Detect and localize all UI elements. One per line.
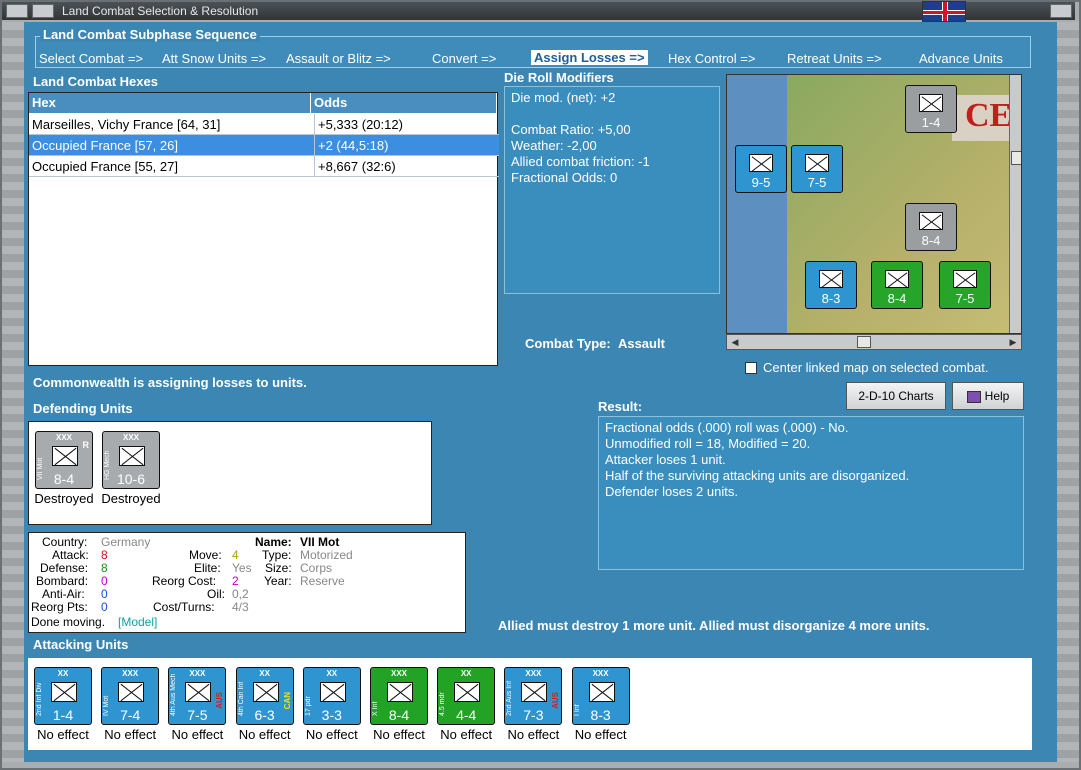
status-message: Commonwealth is assigning losses to unit… — [33, 375, 307, 390]
system-menu-button[interactable] — [6, 4, 28, 18]
attacking-unit[interactable]: XX 4th Can Inf CAN 6-3 — [235, 667, 294, 725]
map-horizontal-scrollbar[interactable]: ◀ ▶ — [726, 334, 1022, 350]
attacking-unit[interactable]: XXX IV Mot 7-4 — [101, 667, 160, 725]
map-counter[interactable]: 8-4 — [871, 261, 923, 309]
attacking-unit[interactable]: XX 17 pdr 3-3 — [302, 667, 361, 725]
scroll-thumb[interactable] — [857, 336, 871, 348]
unit-status: Destroyed — [34, 491, 94, 506]
unit-status: No effect — [507, 727, 560, 742]
combat-type: Combat Type: Assault — [525, 336, 665, 351]
unit-status: No effect — [305, 727, 358, 742]
attacking-unit[interactable]: XXX 4th Aus Mech AUS 7-5 — [168, 667, 227, 725]
table-row[interactable]: Marseilles, Vichy France [64, 31] +5,333 … — [29, 114, 499, 135]
defending-unit[interactable]: XXX HG Mech 10-6 — [102, 431, 160, 489]
attacking-unit[interactable]: XXX 2nd Aus Inf AUS 7-3 — [504, 667, 563, 725]
unit-status: No effect — [574, 727, 627, 742]
result-title: Result: — [598, 399, 643, 414]
scroll-right-icon[interactable]: ▶ — [1006, 336, 1020, 348]
unit-status: No effect — [373, 727, 425, 742]
uk-flag-icon — [922, 1, 966, 22]
linked-map[interactable]: CE 9-5 7-5 1-4 8-3 8-4 7-5 8-4 — [726, 74, 1022, 334]
map-counter[interactable]: 7-5 — [791, 145, 843, 193]
unit-info-panel: Country: Germany Attack: 8 Defense: 8 Bomba… — [28, 532, 466, 633]
attacking-unit[interactable]: XX 2nd Inf Div 1-4 — [34, 667, 92, 725]
minimize-button[interactable] — [32, 4, 54, 18]
attacking-unit[interactable]: XXX X Inf 8-4 — [370, 667, 428, 725]
charts-button[interactable]: 2-D-10 Charts — [846, 382, 946, 410]
title-bar: Land Combat Selection & Resolution — [2, 2, 1075, 20]
col-odds[interactable]: Odds — [311, 93, 497, 113]
seq-convert[interactable]: Convert => — [432, 51, 496, 66]
window-title: Land Combat Selection & Resolution — [62, 4, 259, 18]
unit-status: Destroyed — [101, 491, 161, 506]
seq-hex-control[interactable]: Hex Control => — [668, 51, 755, 66]
hexes-title: Land Combat Hexes — [33, 74, 158, 89]
map-counter[interactable]: 8-3 — [805, 261, 857, 309]
close-button[interactable] — [1050, 4, 1072, 18]
attacking-unit[interactable]: XX 4.5 mdr 4-4 — [437, 667, 496, 725]
die-title: Die Roll Modifiers — [504, 70, 614, 85]
unit-status: No effect — [37, 727, 89, 742]
defending-unit[interactable]: XXX VII Mot R 8-4 — [35, 431, 93, 489]
unit-status: No effect — [171, 727, 224, 742]
result-panel: Fractional odds (.000) roll was (.000) -… — [598, 416, 1024, 570]
attacking-title: Attacking Units — [33, 637, 129, 652]
must-message: Allied must destroy 1 more unit. Allied … — [498, 618, 930, 633]
table-row-selected[interactable]: Occupied France [57, 26] +2 (44,5:18) — [29, 135, 499, 156]
seq-select-combat[interactable]: Select Combat => — [39, 51, 143, 66]
unit-status: No effect — [104, 727, 157, 742]
center-map-checkbox[interactable] — [745, 362, 757, 374]
defending-title: Defending Units — [33, 401, 133, 416]
seq-att-snow[interactable]: Att Snow Units => — [162, 51, 266, 66]
table-row[interactable]: Occupied France [55, 27] +8,667 (32:6) — [29, 156, 499, 177]
map-counter[interactable]: 7-5 — [939, 261, 991, 309]
right-border — [1057, 22, 1079, 762]
hexes-table[interactable]: Hex Odds Marseilles, Vichy France [64, 3… — [28, 92, 499, 366]
attacking-unit[interactable]: XXX I Inf 8-3 — [571, 667, 630, 725]
map-counter[interactable]: 1-4 — [905, 85, 957, 133]
sequence-title: Land Combat Subphase Sequence — [40, 27, 260, 42]
col-hex[interactable]: Hex — [29, 93, 311, 113]
help-button[interactable]: Help — [952, 382, 1024, 410]
left-border — [2, 22, 24, 762]
unit-status: No effect — [440, 727, 493, 742]
map-vertical-scrollbar[interactable] — [1009, 75, 1021, 333]
defending-panel: XXX VII Mot R 8-4 Destroyed XXX HG Mech … — [28, 421, 432, 525]
seq-retreat-units[interactable]: Retreat Units => — [787, 51, 882, 66]
seq-assign-losses[interactable]: Assign Losses => — [531, 50, 648, 65]
seq-advance-units[interactable]: Advance Units — [919, 51, 1003, 66]
map-counter[interactable]: 8-4 — [905, 203, 957, 251]
seq-assault-blitz[interactable]: Assault or Blitz => — [286, 51, 391, 66]
scroll-left-icon[interactable]: ◀ — [728, 336, 742, 348]
book-icon — [966, 390, 981, 403]
die-modifiers-panel: Die mod. (net): +2 Combat Ratio: +5,00 W… — [504, 86, 720, 294]
unit-status: No effect — [238, 727, 291, 742]
center-map-label: Center linked map on selected combat. — [763, 360, 989, 375]
map-counter[interactable]: 9-5 — [735, 145, 787, 193]
